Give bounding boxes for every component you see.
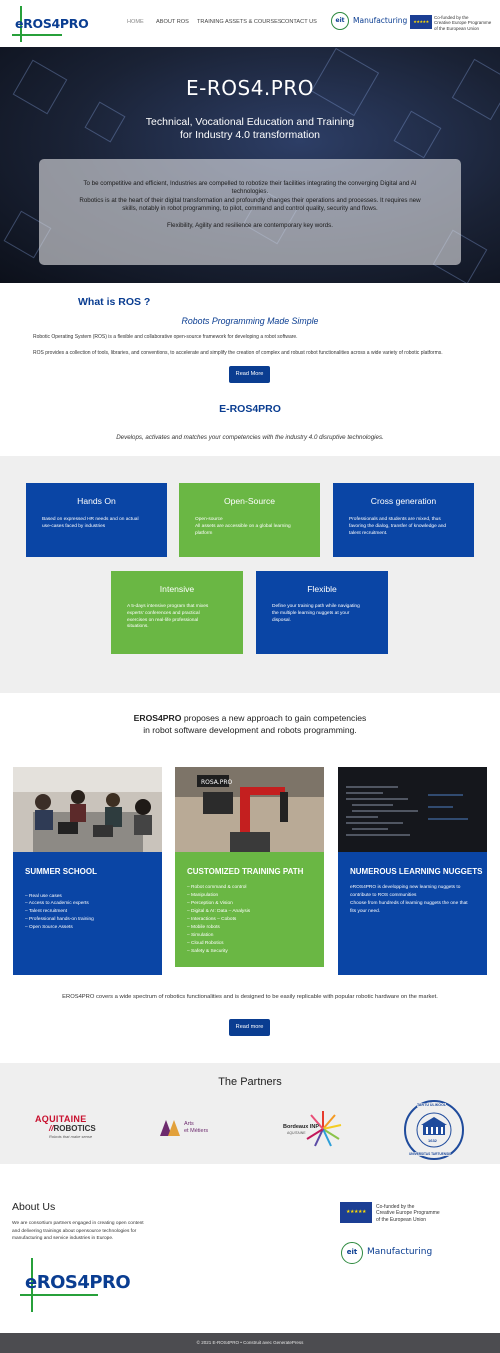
eit-manufacturing-footer-logo[interactable]: eit Manufacturing	[341, 1242, 436, 1266]
robot-photo: ROSA.PRO	[175, 767, 324, 852]
features-section: Hands On Based on expressed HR needs and…	[0, 456, 500, 693]
about-us-heading: About Us	[12, 1201, 56, 1213]
eit-manufacturing-logo[interactable]: eit Manufacturing	[331, 12, 407, 32]
feature-card-open-source: Open-Source Open-source All assets are ac…	[179, 483, 320, 557]
svg-text:ROSA.PRO: ROSA.PRO	[201, 779, 233, 786]
partner-bordeaux-inp[interactable]: Bordeaux INP AQUITAINE	[283, 1109, 343, 1149]
hero-title: E-ROS4.PRO	[186, 76, 314, 100]
proposes-line-1: EROS4PRO proposes a new approach to gain…	[133, 713, 367, 723]
feature-card-cross-generation: Cross generation Professionals and stude…	[333, 483, 474, 557]
proposes-line-2: in robot software development and robots…	[143, 725, 357, 735]
eros-description: Develops, activates and matches your com…	[116, 434, 384, 441]
partner-arts-et-metiers[interactable]: Arts et Métiers	[160, 1120, 220, 1140]
partners-section: The Partners AQUITAINE //ROBOTICS Robots…	[0, 1063, 500, 1164]
ros-paragraph-1: Robotic Operating System (ROS) is a flex…	[33, 334, 298, 340]
code-screen-photo	[338, 767, 487, 852]
eu-cofunded-text: Co-funded by the Creative Europe Programm…	[434, 15, 492, 31]
partner-tartu-ulikool[interactable]: 1632 TARTU ÜLIKOOL UNIVERSITAS TARTUENSI…	[403, 1099, 465, 1161]
site-header: eROS4PRO HOME ABOUT ROS TRAINING ASSETS …	[0, 0, 500, 47]
site-footer: © 2021 E-ROS4PRO • Construit avec Genera…	[0, 1333, 500, 1353]
logo-text: eROS4PRO	[15, 16, 89, 31]
feature-card-hands-on: Hands On Based on expressed HR needs and…	[26, 483, 167, 557]
eu-cofunded-footer: Co-funded by the Creative Europe Programm…	[376, 1204, 440, 1223]
feature-card-flexible: Flexible Define your training path while…	[256, 571, 388, 654]
site-logo[interactable]: eROS4PRO	[12, 6, 89, 42]
eu-flag-footer-icon: ★★★★★	[340, 1202, 372, 1223]
nav-contact[interactable]: CONTACT US	[281, 19, 317, 25]
hero-subtitle-1: Technical, Vocational Education and Trai…	[145, 116, 355, 128]
eit-icon: eit	[331, 12, 349, 30]
about-us-text: We are consortium partners engaged in cr…	[12, 1221, 144, 1242]
ros-paragraph-2: ROS provides a collection of tools, libr…	[33, 350, 443, 356]
read-more-button[interactable]: Read More	[229, 366, 270, 383]
eu-flag-icon: ★★★★★	[410, 15, 432, 29]
learning-nuggets-title: NUMEROUS LEARNING NUGGETS	[350, 867, 483, 876]
summer-school-photo	[13, 767, 162, 852]
training-path-title: CUSTOMIZED TRAINING PATH	[187, 867, 304, 876]
nav-home[interactable]: HOME	[127, 19, 144, 25]
covers-text: EROS4PRO covers a wide spectrum of robot…	[62, 994, 438, 1000]
nav-about-ros[interactable]: ABOUT ROS	[156, 19, 189, 25]
read-more-button-2[interactable]: Read more	[229, 1019, 270, 1036]
feature-card-intensive: Intensive A 5-days intensive program tha…	[111, 571, 243, 654]
eit-footer-icon: eit	[341, 1242, 363, 1264]
nav-training[interactable]: TRAINING ASSETS & COURSES	[197, 19, 282, 25]
partners-title: The Partners	[218, 1076, 282, 1088]
summer-school-title: SUMMER SCHOOL	[25, 867, 97, 876]
what-is-ros-heading: What is ROS ?	[78, 296, 151, 308]
hero-banner: E-ROS4.PRO Technical, Vocational Educati…	[0, 47, 500, 283]
hero-intro-box: To be competitive and efficient, Industr…	[39, 159, 461, 265]
hero-subtitle-2: for Industry 4.0 transformation	[179, 129, 321, 141]
footer-logo[interactable]: eROS4PRO	[20, 1258, 131, 1312]
partner-aquitaine-robotics[interactable]: AQUITAINE //ROBOTICS Robots that make se…	[35, 1114, 105, 1144]
eros-heading: E-ROS4PRO	[219, 403, 281, 415]
ros-tagline: Robots Programming Made Simple	[181, 316, 319, 326]
